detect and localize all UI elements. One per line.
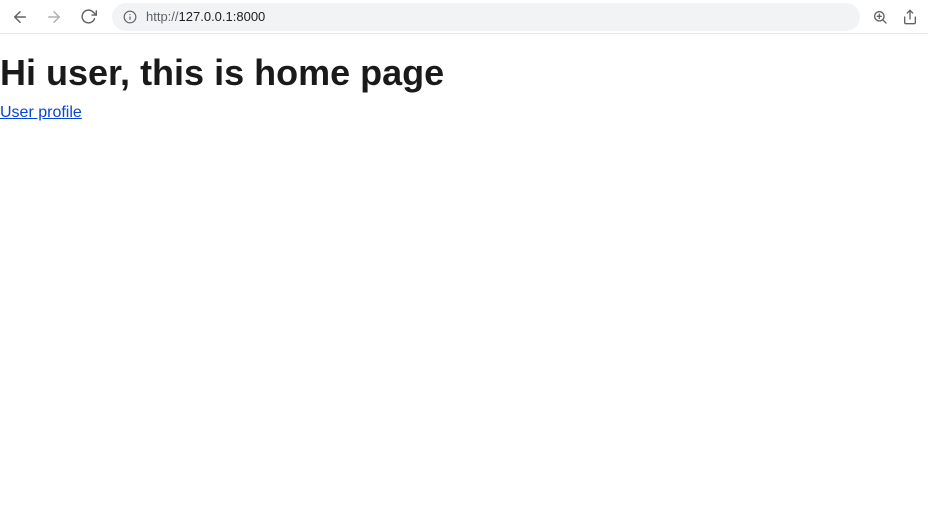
reload-icon [80,8,97,25]
page-content: Hi user, this is home page User profile [0,34,928,122]
page-heading: Hi user, this is home page [0,52,928,94]
reload-button[interactable] [74,3,102,31]
browser-toolbar: http://127.0.0.1:8000 [0,0,928,34]
arrow-right-icon [45,8,63,26]
site-info-icon[interactable] [122,9,138,25]
url-host: 127.0.0.1:8000 [179,9,266,24]
url-text: http://127.0.0.1:8000 [146,9,265,24]
back-button[interactable] [6,3,34,31]
zoom-button[interactable] [870,7,890,27]
url-protocol: http:// [146,9,179,24]
forward-button[interactable] [40,3,68,31]
address-bar[interactable]: http://127.0.0.1:8000 [112,3,860,31]
arrow-left-icon [11,8,29,26]
share-button[interactable] [900,7,920,27]
user-profile-link[interactable]: User profile [0,104,82,122]
info-icon [123,10,137,24]
toolbar-right [870,7,922,27]
zoom-icon [872,9,888,25]
share-icon [902,9,918,25]
